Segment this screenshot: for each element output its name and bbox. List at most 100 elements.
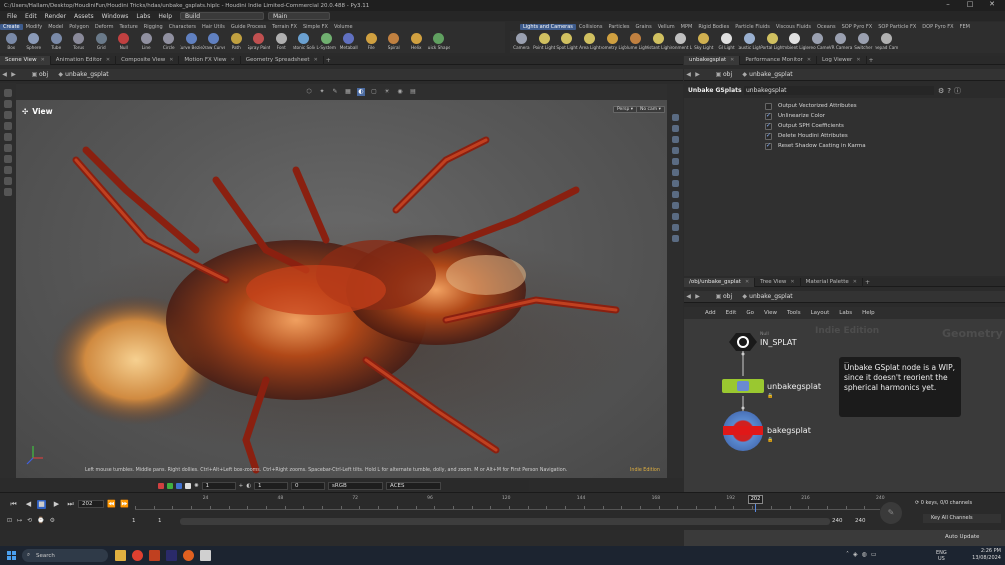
select-mode-icon[interactable]: ⬡ <box>305 88 313 96</box>
red-channel-icon[interactable] <box>158 482 164 489</box>
shelf-tool[interactable]: Draw Curve <box>203 31 225 53</box>
exposure-field[interactable]: 1 <box>201 481 236 490</box>
shelf-tool[interactable]: Sphere <box>23 31 46 53</box>
pane-tab[interactable]: /obj/unbake_gsplat ✕ <box>684 277 756 287</box>
ghost-geo-icon[interactable] <box>671 202 679 209</box>
pane-tab[interactable]: Log Viewer ✕ <box>817 55 867 65</box>
shelf-tool[interactable]: Font <box>270 31 293 53</box>
explorer-icon[interactable] <box>115 550 126 561</box>
menu-item-assets[interactable]: Assets <box>70 13 98 20</box>
network-menu-item[interactable]: Add <box>700 310 721 316</box>
path-obj[interactable]: obj <box>723 293 732 300</box>
green-channel-icon[interactable] <box>167 482 173 489</box>
path-node[interactable]: unbake_gsplat <box>65 71 108 78</box>
shelf-tool[interactable]: Switcher <box>852 31 875 53</box>
menu-item-edit[interactable]: Edit <box>21 13 41 20</box>
shelf-tab[interactable]: Oceans <box>814 24 839 30</box>
colorspace-select[interactable]: sRGB <box>328 481 384 490</box>
shelf-tool[interactable]: Environment Light <box>670 31 692 53</box>
close-tab-icon[interactable]: ✕ <box>790 279 794 285</box>
add-tab-icon[interactable]: + <box>867 56 876 65</box>
alpha-channel-icon[interactable] <box>185 482 191 489</box>
menu-item-labs[interactable]: Labs <box>132 13 154 20</box>
shelf-tool[interactable]: Torus <box>68 31 91 53</box>
shelf-tool[interactable]: Distant Light <box>647 31 670 53</box>
shelf-tool[interactable]: Platonic Solids <box>293 31 315 53</box>
network-menu-item[interactable]: Go <box>741 310 759 316</box>
maximize-icon[interactable]: □ <box>959 0 981 8</box>
shelf-tab[interactable]: Vellum <box>655 24 678 30</box>
close-tab-icon[interactable]: ✕ <box>41 57 45 63</box>
frame-icon[interactable] <box>671 125 679 132</box>
current-frame-field[interactable]: 202 <box>78 500 104 508</box>
clock[interactable]: 2:26 PM 13/08/2024 <box>972 548 1001 562</box>
shelf-tab[interactable]: Lights and Cameras <box>520 23 576 30</box>
shelf-tab[interactable]: Deform <box>92 24 117 30</box>
chevron-up-icon[interactable]: ˄ <box>846 551 853 558</box>
network-menu-item[interactable]: Help <box>857 310 880 316</box>
forward-icon[interactable]: ▶ <box>693 292 702 301</box>
node-name-field[interactable]: unbakegsplat <box>744 86 934 95</box>
shelf-tab[interactable]: Create <box>0 23 23 30</box>
close-tab-icon[interactable]: ✕ <box>856 57 860 63</box>
shelf-tool[interactable]: Spot Light <box>556 31 579 53</box>
last-frame-icon[interactable]: ⏭ <box>66 500 75 509</box>
shelf-tool[interactable]: Gamepad Camera <box>875 31 898 53</box>
shelf-tab[interactable]: Characters <box>166 24 199 30</box>
node-in-splat[interactable] <box>729 333 757 351</box>
minimize-icon[interactable]: – <box>937 0 959 8</box>
shelf-tab[interactable]: DOP Pyro FX <box>919 24 956 30</box>
pane-tab[interactable]: Performance Monitor ✕ <box>740 55 818 65</box>
exposure-icon[interactable]: ✺ <box>194 483 199 489</box>
back-icon[interactable]: ◀ <box>684 70 693 79</box>
step-forward-icon[interactable]: ⏩ <box>120 500 129 509</box>
pane-tab[interactable]: Material Palette ✕ <box>801 277 863 287</box>
pose-tool-icon[interactable] <box>4 133 12 141</box>
frame-marker[interactable]: 202 <box>748 495 763 504</box>
shelf-tab[interactable]: Collisions <box>576 24 606 30</box>
battery-icon[interactable]: ▭ <box>871 551 881 558</box>
light-icon[interactable] <box>671 147 679 154</box>
pane-tab[interactable]: Composite View ✕ <box>116 55 180 65</box>
measure-tool-icon[interactable] <box>4 177 12 185</box>
shelf-tool[interactable]: Grid <box>90 31 113 53</box>
range-slider[interactable] <box>180 518 830 525</box>
path-node[interactable]: unbake_gsplat <box>749 293 792 300</box>
handle-tool-icon[interactable] <box>4 144 12 152</box>
stop-icon[interactable]: ■ <box>37 500 46 509</box>
lut-field[interactable]: 0 <box>291 481 326 490</box>
shelf-tool[interactable]: Camera <box>510 31 533 53</box>
pane-tab[interactable]: Motion FX View ✕ <box>179 55 241 65</box>
handle-icon[interactable]: ✎ <box>331 88 339 96</box>
snap-tool-icon[interactable] <box>4 188 12 196</box>
close-tab-icon[interactable]: ✕ <box>231 57 235 63</box>
range-start-2[interactable]: 1 <box>158 518 162 524</box>
shelf-tab[interactable]: Viscous Fluids <box>773 24 814 30</box>
render-region-icon[interactable] <box>671 235 679 242</box>
scale-tool-icon[interactable] <box>4 122 12 130</box>
shelf-tab[interactable]: Hair Utils <box>199 24 228 30</box>
network-menu-item[interactable]: Labs <box>834 310 857 316</box>
view-tool-icon[interactable] <box>4 155 12 163</box>
range-end-2[interactable]: 240 <box>855 518 866 524</box>
pane-tab[interactable]: Scene View ✕ <box>0 55 51 65</box>
pane-tab[interactable]: unbakegsplat ✕ <box>684 55 741 65</box>
lights-icon[interactable]: ☀ <box>383 88 391 96</box>
app-icon[interactable] <box>149 550 160 561</box>
volume-icon[interactable]: ◍ <box>862 551 871 558</box>
shelf-tab[interactable]: Particle Fluids <box>732 24 773 30</box>
network-menu-item[interactable]: Tools <box>782 310 806 316</box>
gear-icon[interactable]: ⚙ <box>938 87 947 95</box>
param-checkbox[interactable] <box>765 122 772 130</box>
shelf-tool[interactable]: Metaball <box>338 31 361 53</box>
forward-icon[interactable]: ▶ <box>693 70 702 79</box>
param-checkbox[interactable] <box>765 132 772 140</box>
shelf-tool[interactable]: Volume Light <box>624 31 647 53</box>
shelf-tab[interactable]: Volume <box>331 24 356 30</box>
shading-icon[interactable]: ◐ <box>357 88 365 96</box>
forward-icon[interactable]: ▶ <box>9 70 18 79</box>
aces-select[interactable]: ACES <box>386 481 442 490</box>
shelf-tab[interactable]: Simple FX <box>300 24 331 30</box>
range-end-1[interactable]: 240 <box>832 518 843 524</box>
menu-item-windows[interactable]: Windows <box>98 13 133 20</box>
